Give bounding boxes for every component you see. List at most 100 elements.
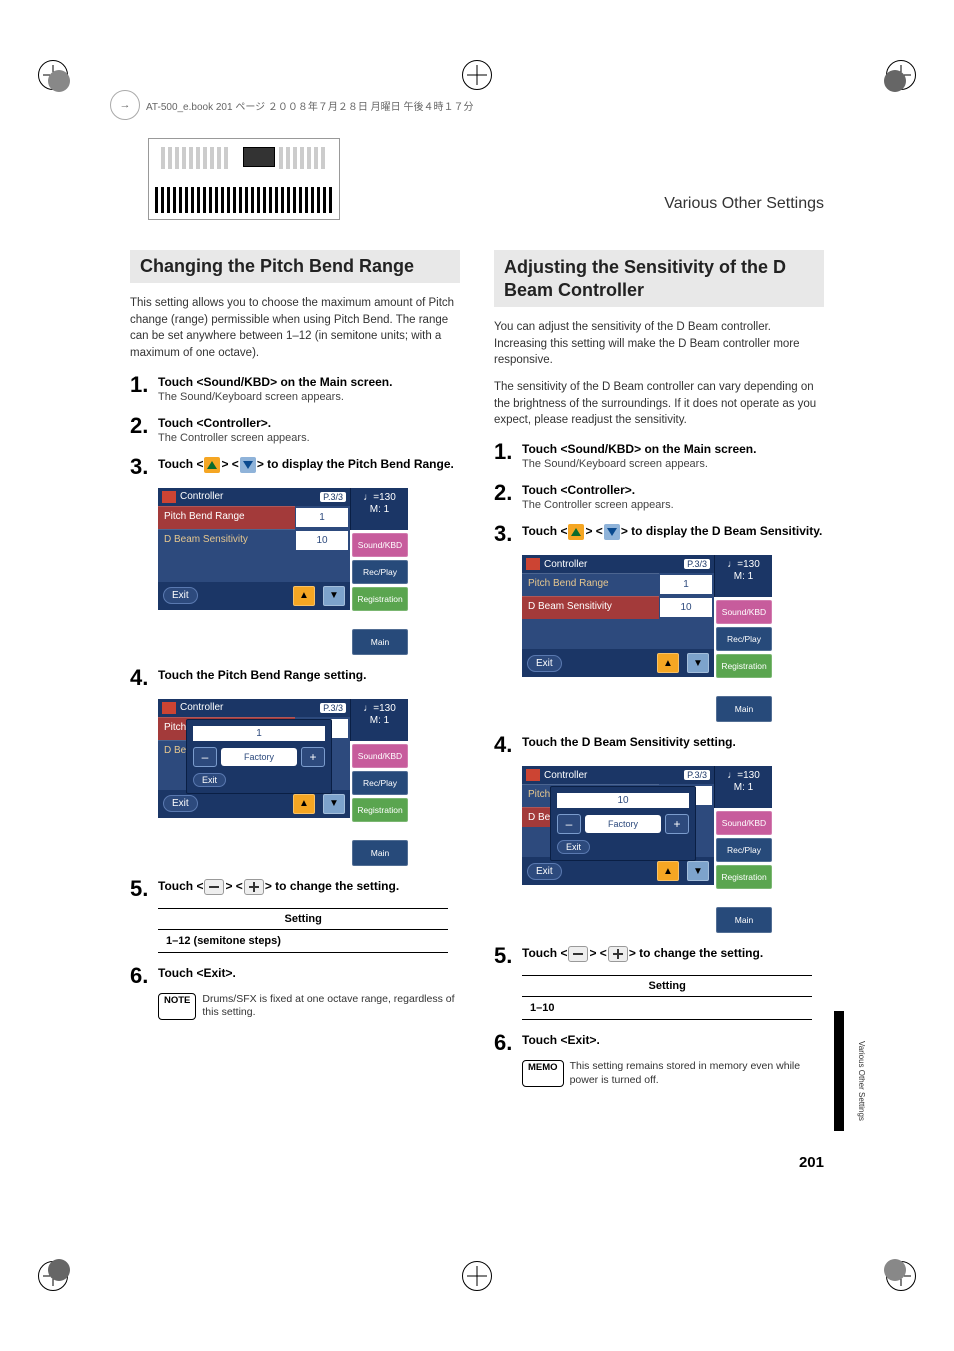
nav-down-button[interactable]: ▼ (323, 794, 345, 814)
value-popup: 10 – Factory + Exit (550, 786, 696, 861)
row-d-beam[interactable]: D Beam Sensitivity 10 (158, 529, 350, 552)
note-badge: NOTE (158, 993, 196, 1020)
popup-exit-button[interactable]: Exit (193, 773, 226, 787)
product-illustration (148, 138, 340, 220)
screen-title-icon (162, 491, 176, 503)
chapter-tab (834, 1011, 844, 1131)
intro-paragraph: This setting allows you to choose the ma… (130, 295, 460, 362)
side-rec-play-button[interactable]: Rec/Play (352, 560, 408, 584)
controller-screen-popup: Controller P.3/3 Pitch Bend Range 1 D Be… (522, 766, 772, 933)
screen-page-indicator: P.3/3 (320, 703, 346, 713)
side-registration-button[interactable]: Registration (716, 654, 772, 678)
step-number: 1. (494, 439, 522, 470)
note-text: Drums/SFX is fixed at one octave range, … (202, 993, 460, 1020)
step-sub: The Controller screen appears. (158, 432, 460, 444)
meta-arrow-icon: → (110, 90, 140, 120)
side-registration-button[interactable]: Registration (716, 865, 772, 889)
side-registration-button[interactable]: Registration (352, 587, 408, 611)
factory-button[interactable]: Factory (221, 748, 297, 766)
book-meta-line: → AT-500_e.book 201 ページ ２００８年７月２８日 月曜日 午… (110, 90, 473, 120)
side-main-button[interactable]: Main (716, 696, 772, 722)
nav-up-button[interactable]: ▲ (657, 653, 679, 673)
step-number: 1. (130, 372, 158, 403)
step-number: 3. (130, 454, 158, 480)
step-main: Touch <Controller>. (522, 483, 824, 497)
side-sound-kbd-button[interactable]: Sound/KBD (716, 811, 772, 835)
down-arrow-icon (604, 524, 620, 540)
up-arrow-icon (568, 524, 584, 540)
step-number: 6. (494, 1030, 522, 1056)
nav-down-button[interactable]: ▼ (323, 586, 345, 606)
step-number: 5. (494, 943, 522, 969)
screen-page-indicator: P.3/3 (684, 559, 710, 569)
value-popup: 1 – Factory + Exit (186, 719, 332, 794)
side-sound-kbd-button[interactable]: Sound/KBD (352, 533, 408, 557)
step-number: 4. (494, 732, 522, 758)
side-sound-kbd-button[interactable]: Sound/KBD (352, 744, 408, 768)
registration-dot (884, 70, 906, 92)
screen-title-icon (526, 769, 540, 781)
step-number: 3. (494, 521, 522, 547)
step-number: 6. (130, 963, 158, 989)
plus-icon (244, 879, 264, 895)
screen-title-icon (162, 702, 176, 714)
nav-down-button[interactable]: ▼ (687, 653, 709, 673)
controller-screen-popup: Controller P.3/3 Pitch Bend Range 1 D Be… (158, 699, 408, 866)
step-main: Touch the Pitch Bend Range setting. (158, 668, 460, 682)
side-main-button[interactable]: Main (716, 907, 772, 933)
row-d-beam[interactable]: D Beam Sensitivity 10 (522, 596, 714, 619)
memo-badge: MEMO (522, 1060, 564, 1087)
step-sub: The Sound/Keyboard screen appears. (522, 458, 824, 470)
step-main: Touch <> <> to change the setting. (522, 946, 824, 962)
plus-button[interactable]: + (665, 814, 689, 834)
step-main: Touch <Exit>. (158, 966, 460, 980)
step-main: Touch <Exit>. (522, 1033, 824, 1047)
screen-title: Controller (544, 559, 587, 570)
step-main: Touch <> <> to change the setting. (158, 879, 460, 895)
memo-text: This setting remains stored in memory ev… (570, 1060, 824, 1087)
exit-button[interactable]: Exit (163, 587, 198, 604)
setting-header: Setting (522, 976, 812, 997)
row-pitch-bend[interactable]: Pitch Bend Range 1 (158, 506, 350, 529)
step-number: 2. (130, 413, 158, 444)
step-number: 5. (130, 876, 158, 902)
section-title-right: Adjusting the Sensitivity of the D Beam … (494, 250, 824, 307)
screen-title-icon (526, 558, 540, 570)
minus-button[interactable]: – (557, 814, 581, 834)
exit-button[interactable]: Exit (527, 863, 562, 880)
side-registration-button[interactable]: Registration (352, 798, 408, 822)
side-main-button[interactable]: Main (352, 840, 408, 866)
side-rec-play-button[interactable]: Rec/Play (716, 838, 772, 862)
page-number: 201 (799, 1154, 824, 1171)
setting-value: 1–12 (semitone steps) (158, 930, 448, 952)
plus-button[interactable]: + (301, 747, 325, 767)
factory-button[interactable]: Factory (585, 815, 661, 833)
crop-mark-bottom-mid (462, 1261, 492, 1291)
side-main-button[interactable]: Main (352, 629, 408, 655)
side-rec-play-button[interactable]: Rec/Play (716, 627, 772, 651)
exit-button[interactable]: Exit (527, 655, 562, 672)
step-main: Touch <Sound/KBD> on the Main screen. (158, 375, 460, 389)
side-sound-kbd-button[interactable]: Sound/KBD (716, 600, 772, 624)
side-rec-play-button[interactable]: Rec/Play (352, 771, 408, 795)
nav-up-button[interactable]: ▲ (293, 586, 315, 606)
setting-header: Setting (158, 909, 448, 930)
registration-dot (48, 1259, 70, 1281)
exit-button[interactable]: Exit (163, 795, 198, 812)
step-main: Touch <Controller>. (158, 416, 460, 430)
screen-title: Controller (180, 702, 223, 713)
popup-exit-button[interactable]: Exit (557, 840, 590, 854)
right-column: Adjusting the Sensitivity of the D Beam … (494, 250, 824, 1087)
screen-page-indicator: P.3/3 (684, 770, 710, 780)
nav-down-button[interactable]: ▼ (687, 861, 709, 881)
nav-up-button[interactable]: ▲ (293, 794, 315, 814)
crop-mark-top-mid (462, 60, 492, 90)
step-main: Touch <> <> to display the D Beam Sensit… (522, 524, 824, 540)
minus-button[interactable]: – (193, 747, 217, 767)
step-sub: The Controller screen appears. (522, 499, 824, 511)
minus-icon (204, 879, 224, 895)
popup-value: 10 (557, 793, 689, 808)
row-pitch-bend[interactable]: Pitch Bend Range 1 (522, 573, 714, 596)
nav-up-button[interactable]: ▲ (657, 861, 679, 881)
intro-paragraph: You can adjust the sensitivity of the D … (494, 319, 824, 369)
